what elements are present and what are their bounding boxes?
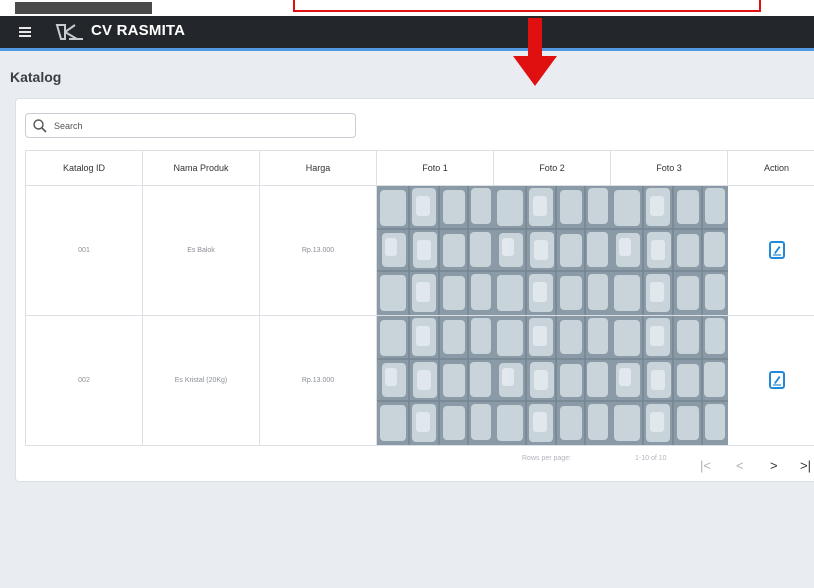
header-foto-3[interactable]: Foto 3 <box>610 150 728 186</box>
search-box[interactable] <box>25 113 356 138</box>
brand-name: CV RASMITA <box>91 22 186 39</box>
search-icon <box>33 119 47 133</box>
header-foto-2[interactable]: Foto 2 <box>493 150 611 186</box>
rows-per-page-label: Rows per page: <box>522 455 572 462</box>
pagination-range: 1-10 of 10 <box>635 455 667 462</box>
cell-nama-produk: Es Balok <box>142 185 260 316</box>
table-row: 001 Es Balok Rp.13.000 <box>25 185 814 316</box>
last-page-button[interactable]: >| <box>800 458 811 473</box>
header-nama-produk[interactable]: Nama Produk <box>142 150 260 186</box>
logo-icon <box>55 24 83 40</box>
header-harga[interactable]: Harga <box>259 150 377 186</box>
table-row: 002 Es Kristal (20Kg) Rp.13.000 <box>25 315 814 446</box>
edit-icon[interactable] <box>768 370 785 389</box>
cell-katalog-id: 002 <box>25 315 143 446</box>
photo-thumbnail[interactable] <box>610 315 728 446</box>
photo-thumbnail[interactable] <box>610 185 728 316</box>
cell-harga: Rp.13.000 <box>259 185 377 316</box>
dark-tab <box>15 2 152 14</box>
header-foto-1[interactable]: Foto 1 <box>376 150 494 186</box>
header-action[interactable]: Action <box>727 150 814 186</box>
red-arrow-icon <box>513 18 557 86</box>
header-katalog-id[interactable]: Katalog ID <box>25 150 143 186</box>
edit-icon[interactable] <box>768 240 785 259</box>
cell-nama-produk: Es Kristal (20Kg) <box>142 315 260 446</box>
table-header-row: Katalog ID Nama Produk Harga Foto 1 Foto… <box>25 150 814 186</box>
search-input[interactable] <box>54 117 344 134</box>
first-page-button[interactable]: |< <box>700 458 711 473</box>
catalog-table: Katalog ID Nama Produk Harga Foto 1 Foto… <box>25 150 814 446</box>
photo-thumbnail[interactable] <box>493 315 611 446</box>
prev-page-button[interactable]: < <box>736 458 744 473</box>
cell-action <box>727 315 814 446</box>
annotation-box <box>293 0 761 12</box>
cell-harga: Rp.13.000 <box>259 315 377 446</box>
next-page-button[interactable]: > <box>770 458 778 473</box>
photo-thumbnail[interactable] <box>376 185 494 316</box>
photo-thumbnail[interactable] <box>493 185 611 316</box>
cell-action <box>727 185 814 316</box>
hamburger-menu-icon[interactable] <box>19 25 33 39</box>
page-title: Katalog <box>10 69 62 85</box>
cell-katalog-id: 001 <box>25 185 143 316</box>
photo-thumbnail[interactable] <box>376 315 494 446</box>
app-bar: CV RASMITA <box>0 16 814 51</box>
top-strip <box>0 0 814 16</box>
